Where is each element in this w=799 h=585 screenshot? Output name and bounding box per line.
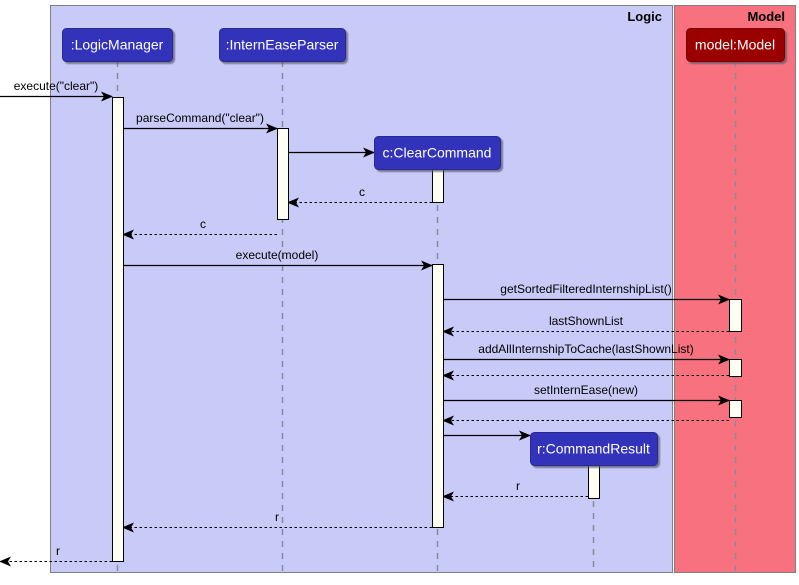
activation-bar-act-commandresult [588, 465, 600, 499]
message-label-msg-return-r-to-clearcommand: r [516, 479, 520, 493]
participant-clearcommand[interactable]: c:ClearCommand [374, 136, 501, 170]
participant-model[interactable]: model:Model [686, 28, 785, 62]
message-label-msg-add-all-to-cache: addAllInternshipToCache(lastShownList) [478, 342, 693, 356]
package-title-model: Model [747, 9, 785, 24]
package-title-logic: Logic [627, 9, 662, 24]
message-label-msg-parse-command: parseCommand("clear") [136, 111, 264, 125]
sequence-diagram-canvas: Logic Model :LogicManager :InternEaseParse… [0, 0, 799, 585]
participant-parser[interactable]: :InternEaseParser [219, 28, 346, 62]
uml-sequence-diagram: Logic Model :LogicManager :InternEaseParse… [0, 5, 796, 573]
participant-label-model: model:Model [695, 37, 775, 53]
package-frames: Logic Model [50, 5, 796, 573]
message-label-msg-last-shown-list: lastShownList [549, 314, 624, 328]
participant-label-commandresult: r:CommandResult [537, 441, 650, 457]
activation-bar-act-parser [277, 128, 289, 220]
message-label-msg-return-r-out: r [56, 544, 60, 558]
participant-label-clearcommand: c:ClearCommand [383, 145, 492, 161]
participant-logicmanager[interactable]: :LogicManager [62, 28, 173, 62]
activation-bar-act-model-3 [729, 400, 742, 418]
activation-bar-act-model-1 [729, 299, 742, 332]
message-label-msg-return-c-to-parser: c [359, 185, 365, 199]
activation-bar-act-logicmanager [112, 97, 124, 562]
message-label-msg-execute-clear: execute("clear") [14, 79, 99, 93]
activation-bar-act-clearcommand-execute [432, 264, 444, 528]
message-label-msg-get-sorted-filtered: getSortedFilteredInternshipList() [500, 282, 671, 296]
message-label-msg-execute-model: execute(model) [236, 248, 319, 262]
activation-bar-act-model-2 [729, 359, 742, 377]
participant-label-parser: :InternEaseParser [226, 37, 339, 53]
message-label-msg-return-r-to-logicmanager: r [275, 510, 279, 524]
participant-commandresult[interactable]: r:CommandResult [530, 432, 658, 466]
activation-bar-act-clearcommand-create [432, 169, 444, 203]
participant-label-logicmanager: :LogicManager [71, 37, 164, 53]
message-label-msg-return-c-to-logicmanager: c [200, 217, 206, 231]
message-label-msg-set-internease: setInternEase(new) [534, 383, 638, 397]
